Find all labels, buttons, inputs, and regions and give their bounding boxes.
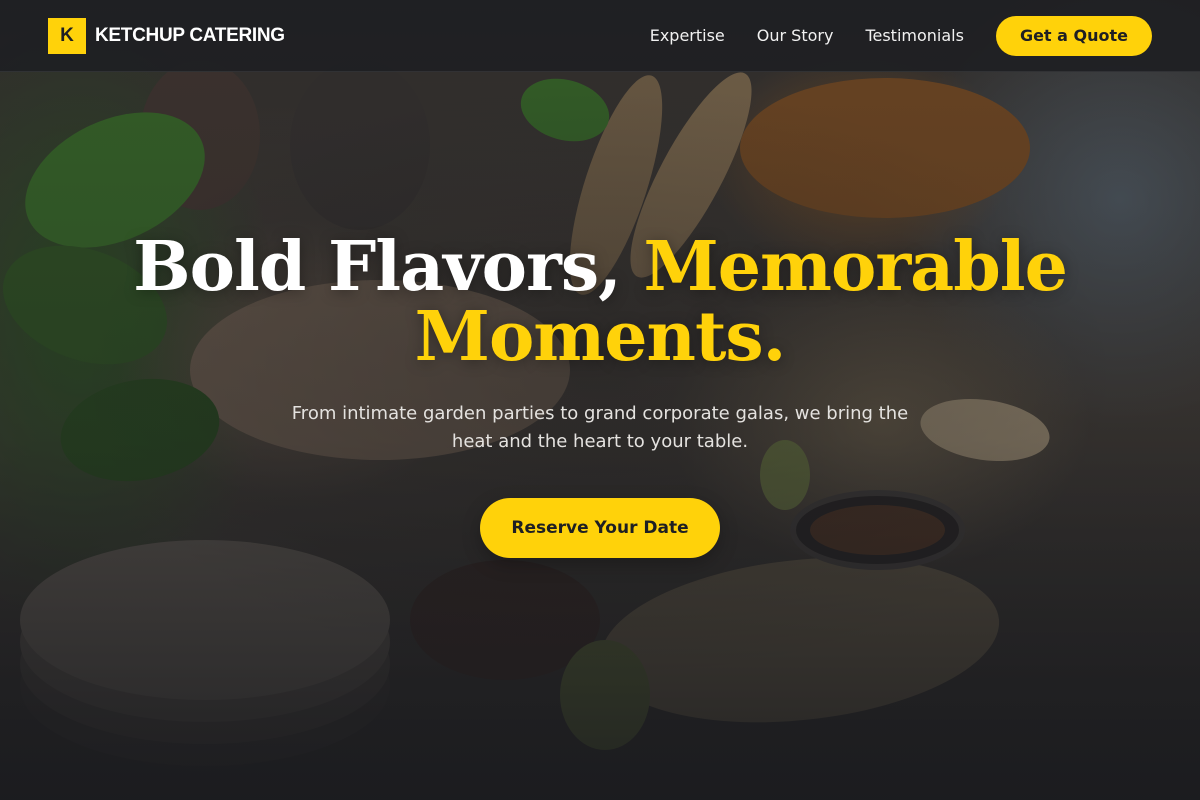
logo-mark: K: [48, 17, 86, 54]
reserve-your-date-button[interactable]: Reserve Your Date: [480, 498, 720, 558]
headline-plain: Bold Flavors,: [133, 227, 644, 307]
nav-link-testimonials[interactable]: Testimonials: [865, 26, 964, 45]
brand-name: KETCHUP CATERING: [95, 24, 285, 46]
hero-headline: Bold Flavors, Memorable Moments.: [0, 232, 1200, 372]
get-a-quote-button[interactable]: Get a Quote: [995, 15, 1152, 56]
nav-link-our-story[interactable]: Our Story: [757, 26, 834, 45]
hero-section: Bold Flavors, Memorable Moments. From in…: [0, 232, 1200, 558]
brand-logo-link[interactable]: K KETCHUP CATERING: [48, 17, 285, 54]
headline-accent: Memorable: [643, 227, 1068, 307]
nav-link-expertise[interactable]: Expertise: [650, 26, 725, 45]
hero-subtext: From intimate garden parties to grand co…: [291, 403, 909, 452]
site-header: K KETCHUP CATERING Expertise Our Story T…: [0, 0, 1200, 72]
headline-accent: Moments.: [414, 297, 787, 377]
main-nav: Expertise Our Story Testimonials Get a Q…: [650, 15, 1152, 56]
